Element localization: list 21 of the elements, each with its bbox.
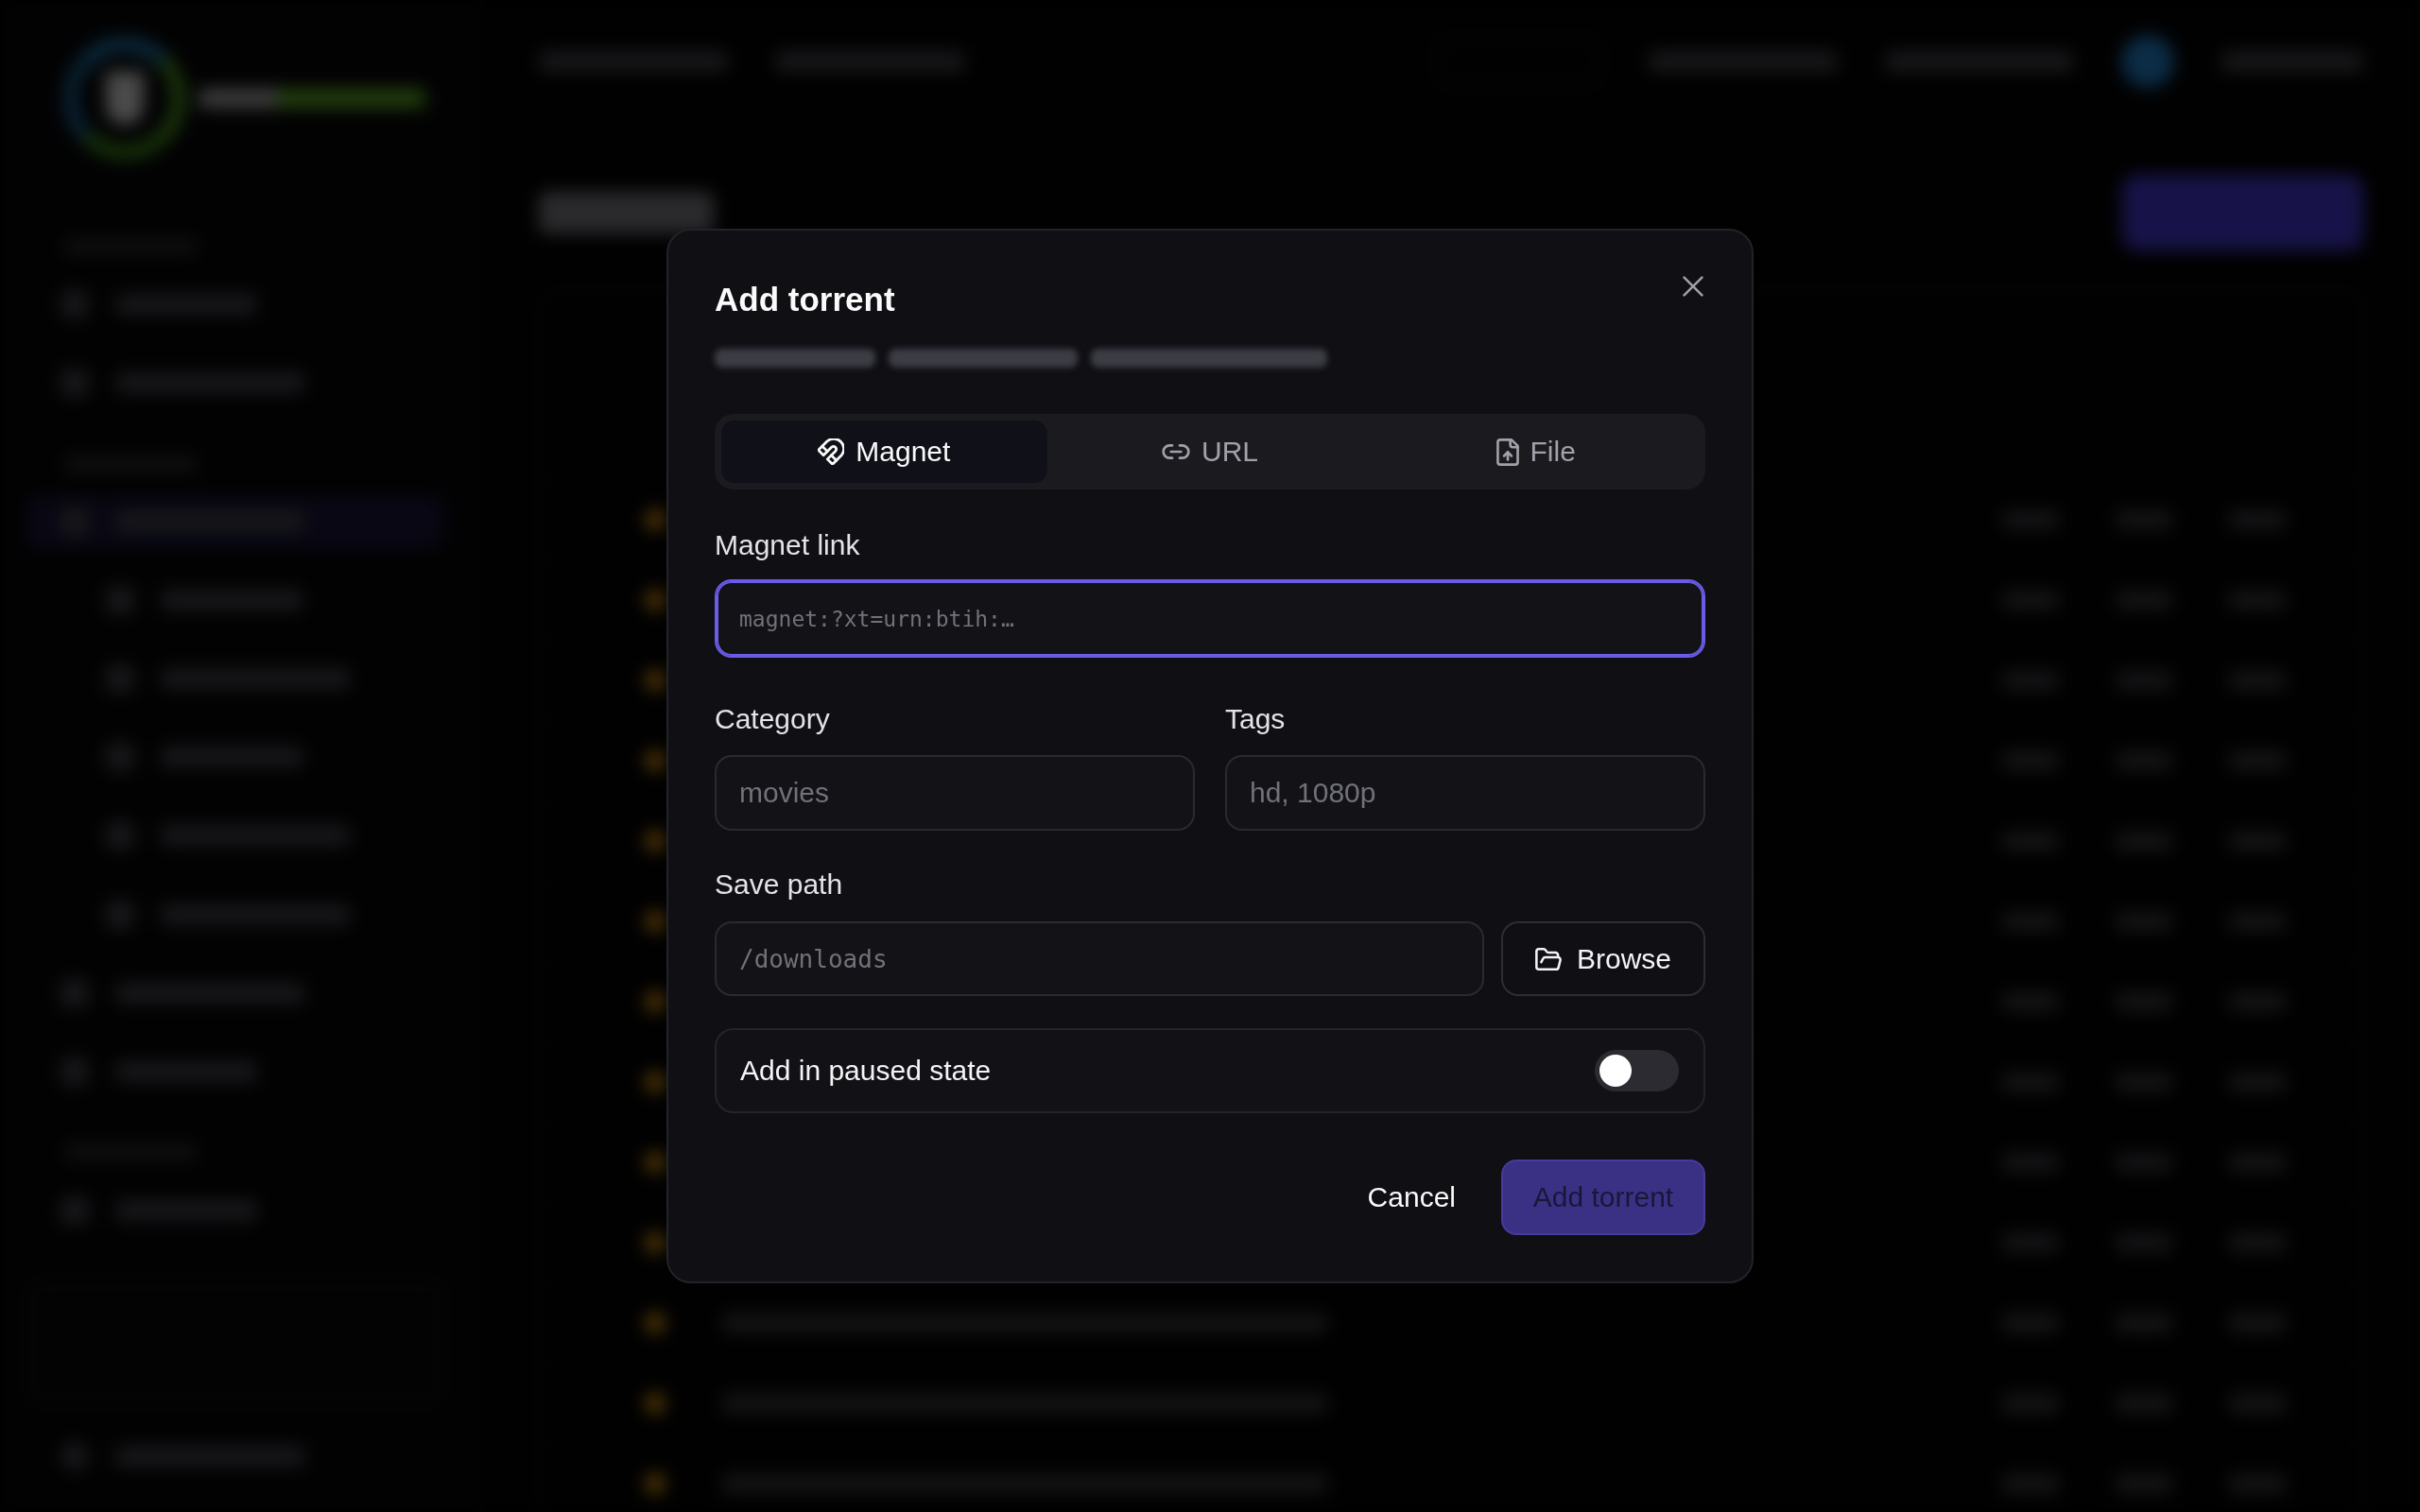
field-label: Category xyxy=(715,702,831,736)
toggle-label: Add in paused state xyxy=(740,1055,992,1087)
magnet-link-field[interactable]: magnet:?xt=urn:btih:… xyxy=(715,579,1705,658)
toggle-switch[interactable] xyxy=(1595,1050,1679,1091)
tab[interactable]: File xyxy=(1373,421,1699,483)
link-icon xyxy=(1162,444,1190,459)
field-label: Save path xyxy=(715,868,844,902)
cancel-button[interactable]: Cancel xyxy=(1348,1160,1475,1235)
file-upload-icon xyxy=(1495,438,1519,466)
field-label: Magnet link xyxy=(715,528,861,562)
tab[interactable]: Magnet xyxy=(721,421,1047,483)
browse-button[interactable]: Browse xyxy=(1501,921,1705,996)
field-label: Tags xyxy=(1225,702,1287,736)
tab[interactable]: URL xyxy=(1046,421,1374,483)
close-icon xyxy=(1683,276,1703,297)
magnet-icon xyxy=(818,438,845,465)
folder-icon xyxy=(1534,947,1562,971)
tags-field[interactable]: hd, 1080p xyxy=(1225,755,1705,831)
save-path-field[interactable]: /downloads xyxy=(715,921,1484,996)
dialog-title: Add torrent xyxy=(715,280,895,319)
category-field[interactable]: movies xyxy=(715,755,1195,831)
